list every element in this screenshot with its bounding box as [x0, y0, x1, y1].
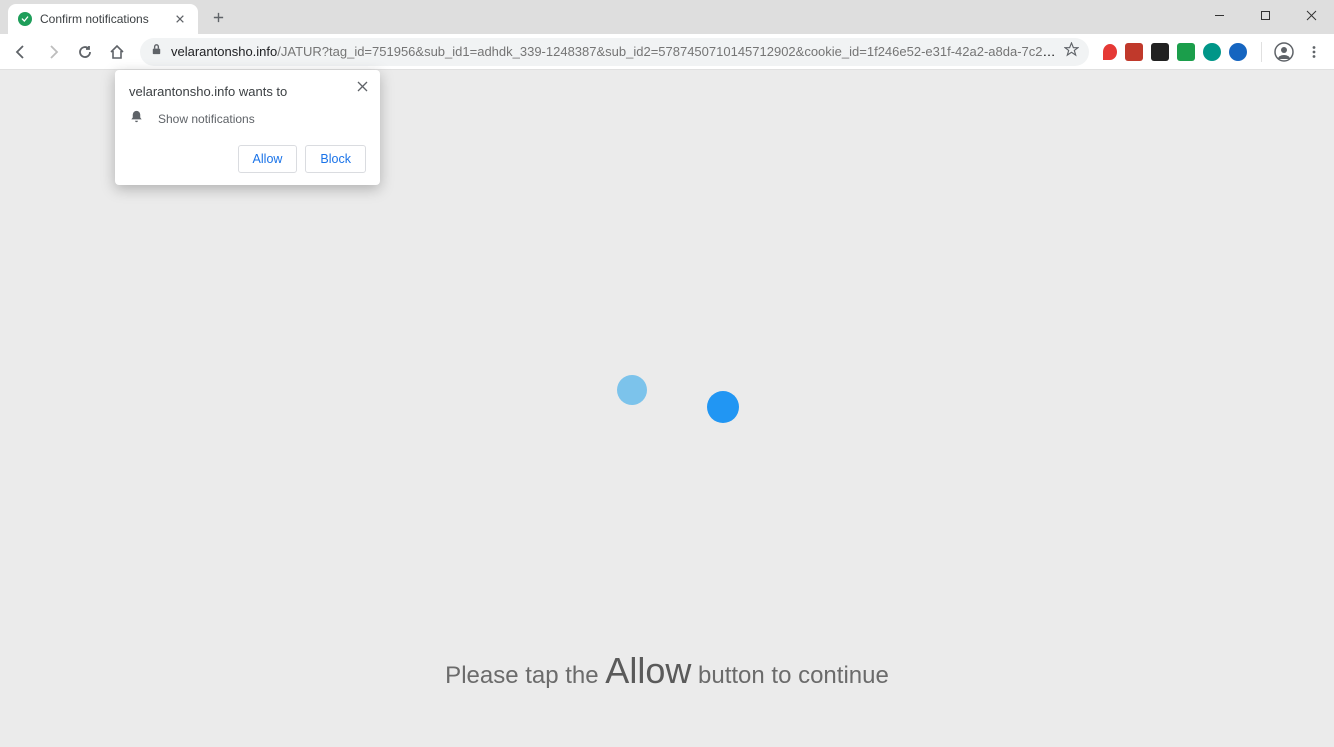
browser-tab[interactable]: Confirm notifications — [8, 4, 198, 34]
url-host: velarantonsho.info — [171, 44, 277, 59]
prompt-permission-text: Show notifications — [158, 112, 255, 126]
tab-title: Confirm notifications — [40, 12, 164, 26]
address-bar[interactable]: velarantonsho.info/JATUR?tag_id=751956&s… — [140, 38, 1089, 66]
bell-icon — [129, 109, 144, 129]
window-minimize-button[interactable] — [1196, 0, 1242, 30]
nav-forward-button[interactable] — [38, 37, 68, 67]
kebab-menu-button[interactable] — [1300, 38, 1328, 66]
new-tab-button[interactable] — [204, 3, 232, 31]
notification-permission-prompt: velarantonsho.info wants to Show notific… — [115, 70, 380, 185]
nav-reload-button[interactable] — [70, 37, 100, 67]
nav-back-button[interactable] — [6, 37, 36, 67]
tab-close-icon[interactable] — [172, 11, 188, 27]
window-close-button[interactable] — [1288, 0, 1334, 30]
extension-icon[interactable] — [1103, 44, 1117, 60]
lock-icon — [150, 43, 163, 61]
block-button[interactable]: Block — [305, 145, 366, 173]
prompt-close-icon[interactable] — [352, 76, 372, 96]
extensions-area — [1097, 43, 1253, 61]
spinner-dot-icon — [707, 391, 739, 423]
window-maximize-button[interactable] — [1242, 0, 1288, 30]
profile-avatar-button[interactable] — [1270, 38, 1298, 66]
bookmark-star-icon[interactable] — [1064, 42, 1079, 62]
nav-home-button[interactable] — [102, 37, 132, 67]
extension-icon[interactable] — [1177, 43, 1195, 61]
browser-titlebar: Confirm notifications — [0, 0, 1334, 34]
url-text: velarantonsho.info/JATUR?tag_id=751956&s… — [171, 44, 1056, 59]
page-content: velarantonsho.info wants to Show notific… — [0, 70, 1334, 747]
tab-favicon-check-icon — [18, 12, 32, 26]
browser-toolbar: velarantonsho.info/JATUR?tag_id=751956&s… — [0, 34, 1334, 70]
message-suffix: button to continue — [691, 662, 888, 689]
allow-button[interactable]: Allow — [238, 145, 298, 173]
prompt-title: velarantonsho.info wants to — [129, 84, 366, 99]
extension-icon[interactable] — [1151, 43, 1169, 61]
extension-icon[interactable] — [1203, 43, 1221, 61]
toolbar-separator — [1261, 42, 1262, 62]
spinner-dot-icon — [617, 375, 647, 405]
instruction-message: Please tap the Allow button to continue — [445, 650, 889, 692]
url-path: /JATUR?tag_id=751956&sub_id1=adhdk_339-1… — [277, 44, 1056, 59]
window-controls — [1196, 0, 1334, 30]
message-prefix: Please tap the — [445, 662, 605, 689]
extension-icon[interactable] — [1229, 43, 1247, 61]
message-allow-word: Allow — [605, 650, 691, 691]
extension-icon[interactable] — [1125, 43, 1143, 61]
